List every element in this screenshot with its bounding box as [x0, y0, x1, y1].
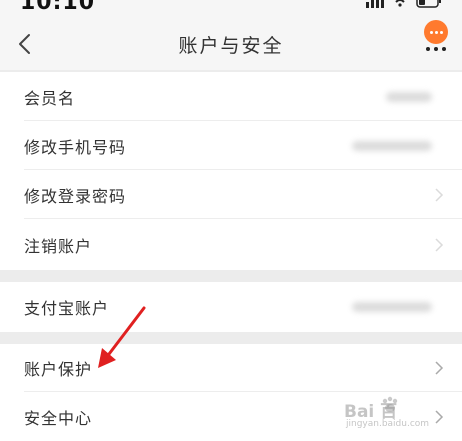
page-title: 账户与安全 [178, 35, 284, 57]
row-label: 会员名 [24, 88, 76, 108]
status-bar: 10:10 [0, 0, 462, 18]
chevron-right-icon [435, 237, 444, 252]
signal-icon [366, 0, 384, 8]
status-icons [366, 0, 442, 8]
row-change-login-password[interactable]: 修改登录密码 [0, 170, 462, 219]
row-cancel-account[interactable]: 注销账户 [0, 219, 462, 270]
chevron-right-icon [435, 409, 444, 424]
row-label: 账户保护 [24, 360, 93, 379]
row-account-protection[interactable]: 账户保护 [0, 344, 462, 392]
phone-value-blurred [352, 140, 432, 151]
row-security-center[interactable]: 安全中心 [0, 392, 462, 441]
chevron-right-icon [435, 361, 444, 375]
row-label: 安全中心 [24, 408, 93, 428]
more-icon [426, 47, 446, 51]
account-security-screen: 10:10 账户与安全 会员名 修改手机号码 修改登录密码 注销账户 支付宝账户… [0, 0, 462, 441]
more-button[interactable] [414, 20, 454, 64]
row-label: 支付宝账户 [24, 299, 110, 318]
status-time: 10:10 [20, 0, 96, 15]
nav-bar: 账户与安全 [0, 18, 462, 70]
wifi-icon [395, 0, 405, 7]
battery-icon [416, 0, 441, 8]
row-label: 修改登录密码 [24, 186, 127, 206]
alipay-value-blurred [352, 302, 432, 312]
member-name-value-blurred [386, 91, 432, 102]
row-label: 注销账户 [24, 236, 93, 256]
row-alipay-account[interactable]: 支付宝账户 [0, 282, 462, 332]
message-bubble-icon [424, 20, 448, 44]
row-label: 修改手机号码 [24, 137, 127, 157]
chevron-right-icon [435, 187, 444, 202]
row-member-name[interactable]: 会员名 [0, 72, 462, 121]
row-change-phone[interactable]: 修改手机号码 [0, 121, 462, 170]
